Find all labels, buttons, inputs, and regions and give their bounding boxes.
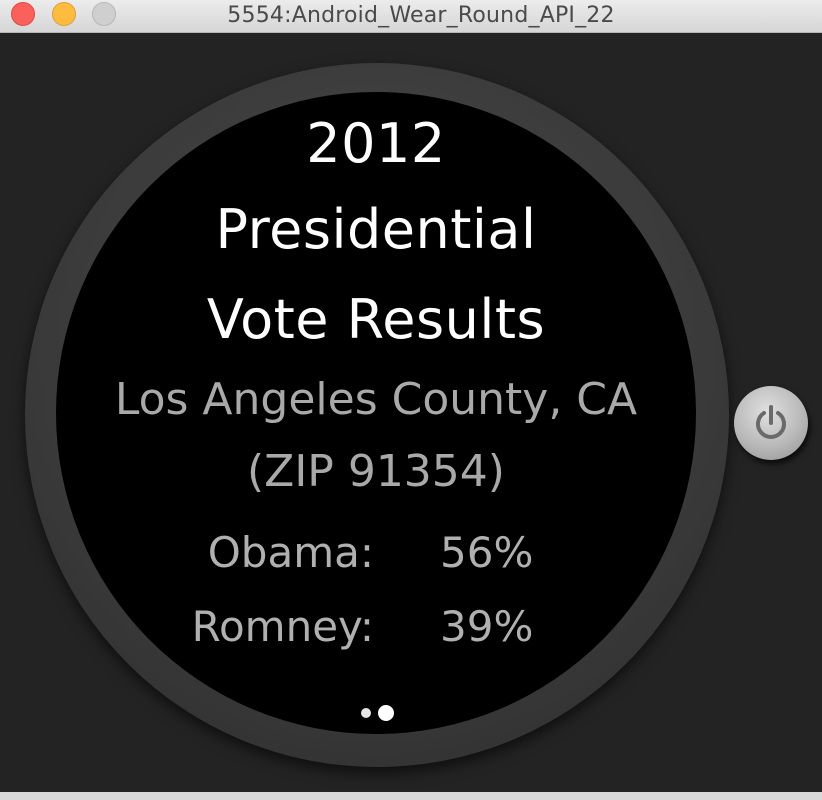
candidate-percent: 56% xyxy=(440,528,534,577)
title-line-year: 2012 xyxy=(306,112,446,175)
emulator-window: 5554:Android_Wear_Round_API_22 2012 Pres… xyxy=(0,0,822,800)
power-button[interactable] xyxy=(734,386,808,460)
page-dot-1 xyxy=(361,708,371,718)
candidate-percent: 39% xyxy=(440,602,534,651)
power-icon xyxy=(756,405,786,439)
zip-text: (ZIP 91354) xyxy=(247,446,505,497)
location-text: Los Angeles County, CA xyxy=(114,374,638,425)
page-indicator xyxy=(56,702,696,722)
candidate-name: Romney: xyxy=(191,602,374,651)
title-line-vote-results: Vote Results xyxy=(206,288,546,351)
page-dot-2-active xyxy=(378,705,394,721)
result-row-obama: Obama: 56% xyxy=(56,528,696,584)
title-bar[interactable]: 5554:Android_Wear_Round_API_22 xyxy=(0,0,822,33)
result-row-romney: Romney: 39% xyxy=(56,602,696,658)
window-bottom-edge xyxy=(0,792,822,800)
window-title: 5554:Android_Wear_Round_API_22 xyxy=(227,3,615,28)
candidate-name: Obama: xyxy=(207,528,374,577)
title-line-presidential: Presidential xyxy=(215,198,537,261)
watch-screen[interactable]: 2012 Presidential Vote Results Los Angel… xyxy=(56,92,696,734)
